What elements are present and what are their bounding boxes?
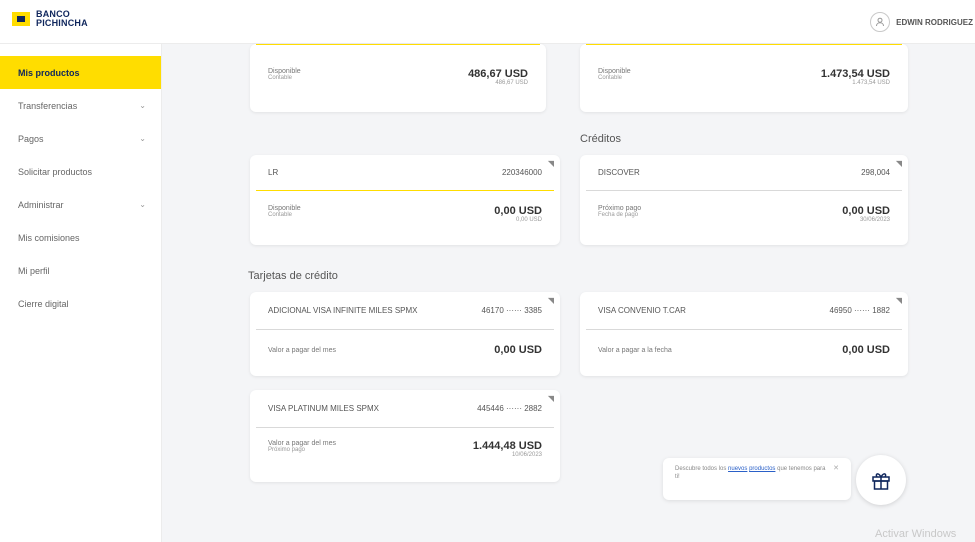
user-menu[interactable]: EDWIN RODRIGUEZ	[870, 12, 973, 32]
sidebar-item-label: Mis productos	[18, 67, 80, 78]
balance-label: Contable	[268, 75, 293, 81]
credit-card-product[interactable]: ◥ VISA PLATINUM MILES SPMX 445446 ······…	[250, 390, 560, 482]
promo-link-productos[interactable]: productos	[749, 466, 775, 472]
account-card[interactable]: Disponible Contable 486,67 USD 486,67 US…	[250, 44, 546, 112]
windows-activation-watermark: Activar Windows	[875, 528, 957, 540]
balance-label: Contable	[598, 75, 623, 81]
available-label: Disponible	[268, 205, 301, 212]
credits-section-title: Créditos	[580, 133, 621, 145]
payment-date-label: Fecha de pago	[598, 212, 639, 218]
sidebar-item-label: Mis comisiones	[18, 232, 80, 243]
corner-arrow-icon[interactable]: ◥	[548, 159, 554, 168]
card-name: ADICIONAL VISA INFINITE MILES SPMX	[268, 306, 418, 315]
sidebar-item-transferencias[interactable]: Transferencias ⌄	[0, 89, 161, 122]
available-amount: 0,00 USD	[494, 205, 542, 217]
promo-tooltip: Descubre todos los nuevos productos que …	[663, 458, 851, 500]
corner-arrow-icon[interactable]: ◥	[896, 296, 902, 305]
card-name: VISA PLATINUM MILES SPMX	[268, 404, 379, 413]
amount-due-label: Valor a pagar del mes	[268, 346, 336, 354]
credit-number: 298,004	[861, 168, 890, 177]
sidebar-item-pagos[interactable]: Pagos ⌄	[0, 122, 161, 155]
available-label: Disponible	[268, 68, 301, 75]
card-number: 46950 ······ 1882	[829, 306, 890, 315]
available-amount: 486,67 USD	[468, 68, 528, 80]
sidebar-item-mis-productos[interactable]: Mis productos	[0, 56, 161, 89]
next-payment-date: 10/06/2023	[511, 452, 542, 458]
gift-button[interactable]	[856, 455, 906, 505]
card-number: 46170 ······ 3385	[481, 306, 542, 315]
sidebar-item-label: Transferencias	[18, 100, 78, 111]
credit-number: 220346000	[501, 168, 542, 177]
sidebar-item-label: Solicitar productos	[18, 166, 93, 177]
amount-due: 1.444,48 USD	[472, 440, 542, 452]
promo-text-before: Descubre todos los	[675, 466, 727, 472]
bank-logo[interactable]: BANCO PICHINCHA	[12, 10, 88, 28]
sidebar: Mis productos Transferencias ⌄ Pagos ⌄ S…	[0, 44, 162, 542]
corner-arrow-icon[interactable]: ◥	[548, 296, 554, 305]
chevron-down-icon: ⌄	[139, 134, 146, 143]
sidebar-item-solicitar-productos[interactable]: Solicitar productos	[0, 155, 161, 188]
sidebar-item-mis-comisiones[interactable]: Mis comisiones	[0, 221, 161, 254]
sidebar-item-label: Pagos	[18, 133, 44, 144]
balance-amount: 0,00 USD	[515, 217, 542, 223]
available-label: Disponible	[598, 68, 631, 75]
cards-section-title: Tarjetas de crédito	[248, 270, 338, 282]
available-amount: 1.473,54 USD	[820, 68, 890, 80]
credit-name: DISCOVER	[598, 168, 640, 177]
sidebar-item-administrar[interactable]: Administrar ⌄	[0, 188, 161, 221]
sidebar-item-label: Administrar	[18, 199, 64, 210]
payment-date: 30/06/2023	[859, 217, 890, 223]
next-payment-amount: 0,00 USD	[842, 205, 890, 217]
card-divider	[586, 44, 902, 45]
chevron-down-icon: ⌄	[139, 101, 146, 110]
close-icon[interactable]: ✕	[833, 465, 839, 473]
credit-card-product[interactable]: ◥ VISA CONVENIO T.CAR 46950 ······ 1882 …	[580, 292, 908, 376]
balance-amount: 1.473,54 USD	[852, 80, 890, 86]
user-avatar-icon[interactable]	[870, 12, 891, 32]
amount-due: 0,00 USD	[494, 344, 542, 356]
amount-due-label: Valor a pagar a la fecha	[598, 346, 672, 354]
next-payment-label: Próximo pago	[598, 205, 642, 212]
balance-label: Contable	[268, 212, 293, 218]
promo-link-nuevos[interactable]: nuevos	[728, 466, 747, 472]
amount-due-label: Valor a pagar del mes	[268, 440, 336, 447]
corner-arrow-icon[interactable]: ◥	[896, 159, 902, 168]
next-payment-label: Próximo pago	[268, 447, 306, 453]
credit-card-product[interactable]: ◥ ADICIONAL VISA INFINITE MILES SPMX 461…	[250, 292, 560, 376]
card-divider	[256, 44, 540, 45]
card-name: VISA CONVENIO T.CAR	[598, 306, 686, 315]
sidebar-item-label: Cierre digital	[18, 298, 69, 309]
credit-card[interactable]: ◥ LR 220346000 Disponible Contable 0,00 …	[250, 155, 560, 245]
amount-due: 0,00 USD	[842, 344, 890, 356]
logo-text-line2: PICHINCHA	[36, 18, 88, 28]
gift-icon	[872, 473, 890, 490]
corner-arrow-icon[interactable]: ◥	[548, 394, 554, 403]
sidebar-item-label: Mi perfil	[18, 265, 50, 276]
sidebar-item-mi-perfil[interactable]: Mi perfil	[0, 254, 161, 287]
card-number: 445446 ······ 2882	[477, 404, 542, 413]
user-name[interactable]: EDWIN RODRIGUEZ	[896, 18, 973, 27]
chevron-down-icon: ⌄	[139, 200, 146, 209]
sidebar-item-cierre-digital[interactable]: Cierre digital	[0, 287, 161, 320]
credit-card[interactable]: ◥ DISCOVER 298,004 Próximo pago Fecha de…	[580, 155, 908, 245]
top-header: BANCO PICHINCHA EDWIN RODRIGUEZ	[0, 0, 975, 44]
credit-name: LR	[268, 168, 279, 177]
logo-mark-icon	[12, 12, 30, 26]
balance-amount: 486,67 USD	[495, 80, 528, 86]
account-card[interactable]: Disponible Contable 1.473,54 USD 1.473,5…	[580, 44, 908, 112]
